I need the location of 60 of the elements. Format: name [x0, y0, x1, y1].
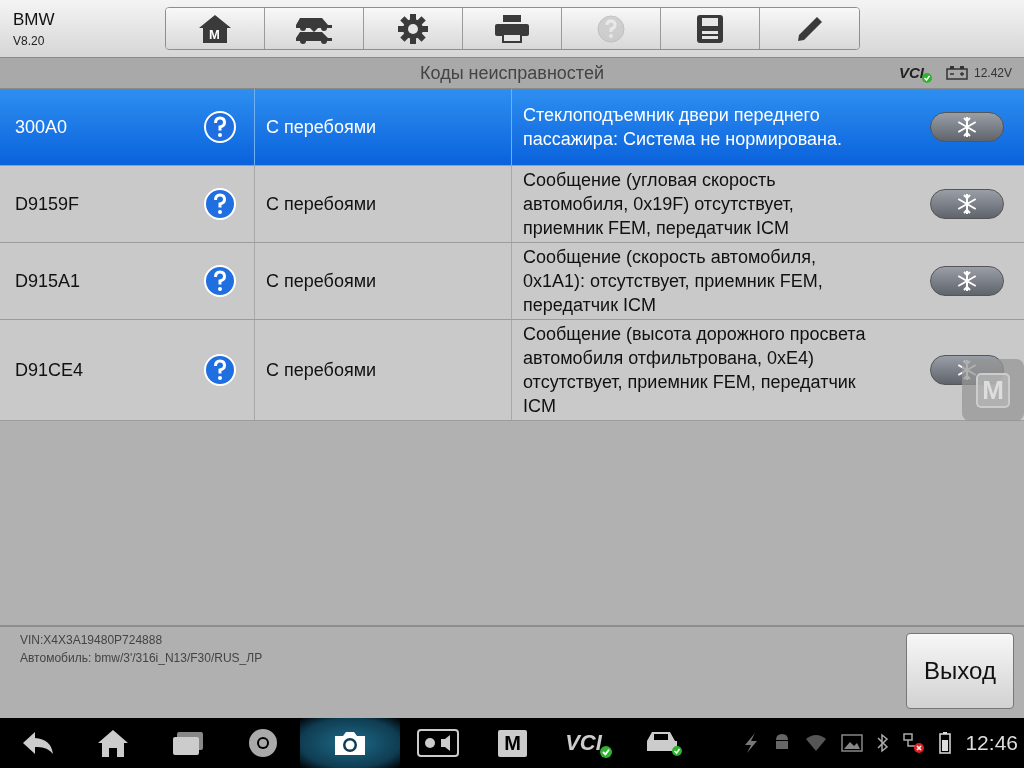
recent-apps-icon	[170, 730, 205, 756]
fault-code: D915A1	[15, 270, 81, 292]
vci-nav-button[interactable]: VCI	[550, 718, 625, 768]
battery-icon	[939, 732, 952, 754]
network-error-icon	[903, 732, 926, 754]
m-app-nav-button[interactable]: M	[475, 718, 550, 768]
fault-row[interactable]: D9159F С перебоями Сообщение (угловая скорость автомобиля, 0x19F) отсутствует, приемник FEM, передатчик ICM	[0, 166, 1024, 243]
fault-code: D9159F	[15, 193, 80, 215]
home-button[interactable]: M	[166, 8, 265, 49]
camera-nav-button[interactable]	[300, 718, 400, 768]
fault-description: Сообщение (высота дорожного просвета автомобиля отфильтрована, 0xE4) отсутствует, приемник FEM, передатчик ICM	[523, 323, 867, 418]
wifi-icon	[805, 734, 828, 752]
bluetooth-icon	[877, 733, 890, 753]
fault-description: Сообщение (угловая скорость автомобиля, 0x19F) отсутствует, приемник FEM, передатчик ICM	[523, 169, 795, 240]
printer-icon	[495, 14, 529, 43]
app-version: V8.20	[13, 33, 46, 48]
app-name: BMW	[13, 9, 56, 30]
gear-button[interactable]	[364, 8, 463, 49]
printer-button[interactable]	[463, 8, 562, 49]
flash-icon	[743, 733, 760, 753]
snowflake-icon	[956, 193, 978, 215]
help-icon[interactable]	[204, 354, 236, 386]
help-icon[interactable]	[204, 111, 236, 143]
help-icon[interactable]	[204, 188, 236, 220]
fault-code: D91CE4	[15, 359, 84, 381]
vin-text: VIN:X4X3A19480P724888	[20, 633, 164, 647]
snowflake-icon	[956, 270, 978, 292]
fault-status: С перебоями	[266, 193, 377, 215]
fault-status: С перебоями	[266, 359, 377, 381]
pen-button[interactable]	[760, 8, 859, 49]
fault-status: С перебоями	[266, 116, 377, 138]
vehicle-text: Автомобиль: bmw/3'/316i_N13/F30/RUS_ЛР	[20, 651, 263, 665]
page-title: Коды неисправностей	[420, 62, 604, 84]
pen-icon	[796, 15, 823, 42]
browser-icon	[247, 728, 278, 758]
snowflake-icon	[956, 116, 978, 138]
help-icon[interactable]	[204, 265, 236, 297]
fault-code: 300A0	[15, 116, 68, 138]
fault-status: С перебоями	[266, 270, 377, 292]
cars-button[interactable]	[265, 8, 364, 49]
help-icon	[597, 14, 625, 43]
battery-voltage: 12.42V	[973, 65, 1012, 80]
battery-icon	[945, 65, 968, 80]
exit-button[interactable]: Выход	[906, 633, 1014, 709]
fault-description: Сообщение (скорость автомобиля, 0x1A1): отсутствует, приемник FEM, передатчик ICM	[523, 246, 824, 317]
gallery-icon	[841, 734, 864, 752]
brightness-volume-icon	[416, 729, 459, 757]
fault-row[interactable]: 300A0 С перебоями Стеклоподъемник двери переднего пассажира: Система не нормирована.	[0, 89, 1024, 166]
home-letter: M	[209, 27, 220, 41]
save-icon	[697, 14, 723, 43]
clock: 12:46	[965, 731, 1018, 755]
freeze-frame-button[interactable]	[930, 189, 1004, 219]
freeze-frame-button[interactable]	[930, 112, 1004, 142]
fault-row[interactable]: D915A1 С перебоями Сообщение (скорость автомобиля, 0x1A1): отсутствует, приемник FEM, передатчик ICM	[0, 243, 1024, 320]
camera-icon	[333, 730, 367, 756]
fault-description: Стеклоподъемник двери переднего пассажира: Система не нормирована.	[523, 104, 844, 151]
save-button[interactable]	[661, 8, 760, 49]
house-icon	[198, 13, 232, 44]
freeze-frame-button[interactable]	[930, 266, 1004, 296]
vci-status: VCI	[898, 64, 930, 81]
